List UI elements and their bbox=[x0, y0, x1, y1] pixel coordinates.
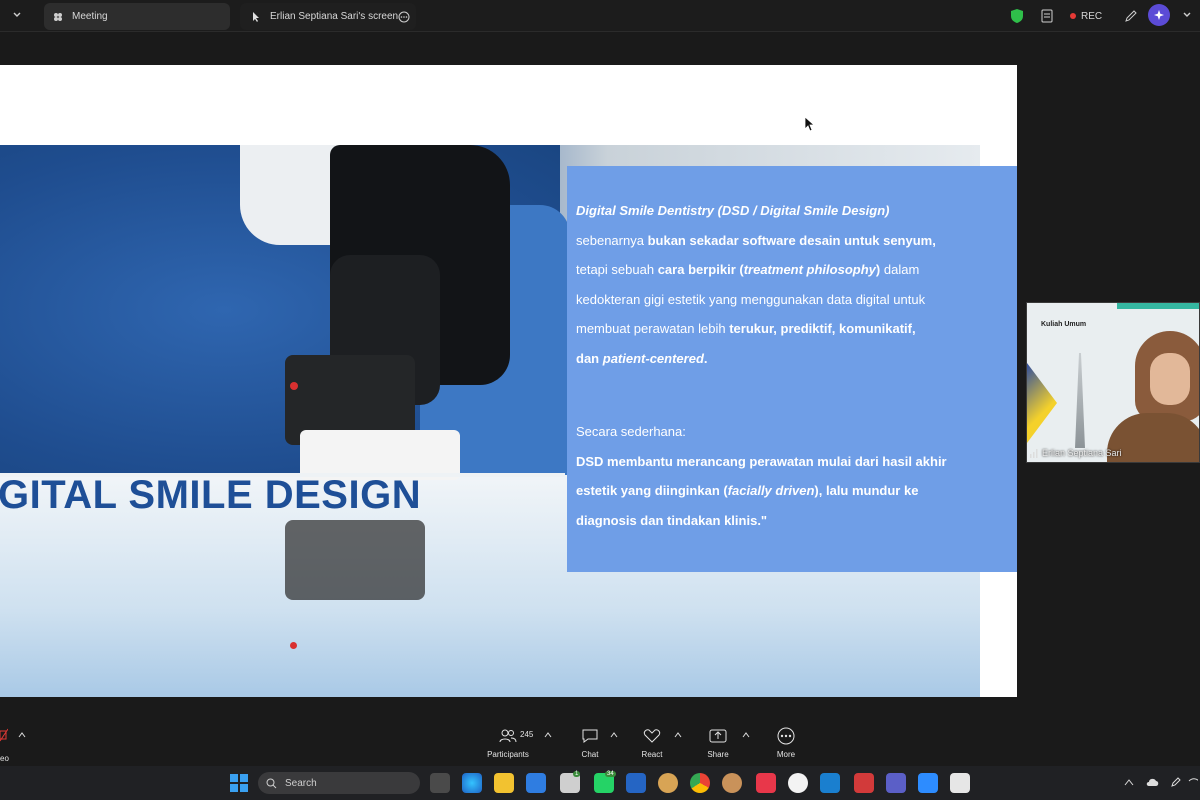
text-segment: tetapi sebuah bbox=[576, 262, 655, 277]
more-button[interactable]: More bbox=[756, 726, 816, 759]
paragraph-definition: Digital Smile Dentistry (DSD / Digital S… bbox=[576, 196, 1007, 373]
text-segment: treatment philosophy bbox=[743, 262, 876, 277]
chevron-up-icon[interactable] bbox=[610, 732, 618, 738]
search-icon bbox=[266, 778, 277, 788]
chevron-up-icon[interactable] bbox=[742, 732, 750, 738]
chrome-icon[interactable] bbox=[690, 773, 710, 793]
chevron-up-icon[interactable] bbox=[674, 732, 682, 738]
tab-label: Erlian Septiana Sari's screen bbox=[270, 11, 399, 22]
windows-start-icon[interactable] bbox=[230, 774, 248, 792]
app-icon[interactable] bbox=[820, 773, 840, 793]
app-icon[interactable] bbox=[788, 773, 808, 793]
notification-badge: 34 bbox=[605, 771, 616, 777]
heart-icon bbox=[643, 729, 661, 743]
windows-taskbar: Search 1 34 bbox=[0, 766, 1200, 800]
app-icon[interactable] bbox=[950, 773, 970, 793]
music-icon[interactable] bbox=[756, 773, 776, 793]
record-dot-icon bbox=[1070, 13, 1076, 19]
text-segment: membuat perawatan lebih bbox=[576, 321, 726, 336]
react-label: React bbox=[641, 750, 663, 759]
text-segment: Digital Smile Dentistry (DSD / Digital S… bbox=[576, 203, 890, 218]
text-segment: DSD membantu merancang perawatan mulai d… bbox=[576, 453, 947, 469]
text-segment: patient-centered bbox=[602, 350, 704, 366]
text-segment: kedokteran gigi estetik yang menggunakan… bbox=[576, 291, 926, 307]
notes-icon[interactable] bbox=[1040, 8, 1054, 24]
text-segment: cara berpikir ( bbox=[657, 262, 744, 277]
shared-slide: GITAL SMILE DESIGN Digital Smile Dentist… bbox=[0, 65, 1017, 697]
shield-icon[interactable] bbox=[1010, 8, 1024, 24]
meeting-controls-bar: eo Participants 245 Chat React Share Mor… bbox=[0, 722, 1200, 766]
paragraph-summary: Secara sederhana: DSD membantu merancang… bbox=[576, 417, 1007, 535]
video-button-label: eo bbox=[0, 754, 9, 763]
text-segment: Secara sederhana: bbox=[576, 424, 686, 439]
slide-text-box: Digital Smile Dentistry (DSD / Digital S… bbox=[567, 166, 1017, 572]
participant-video-tile[interactable]: Kuliah Umum bbox=[1026, 302, 1200, 463]
share-button[interactable]: Share bbox=[688, 726, 748, 759]
chat-button[interactable]: Chat bbox=[560, 726, 620, 759]
app-icon[interactable] bbox=[722, 773, 742, 793]
tab-label: Meeting bbox=[72, 11, 108, 22]
text-segment: facially driven bbox=[727, 483, 815, 498]
slide-title: GITAL SMILE DESIGN bbox=[0, 473, 422, 517]
video-slide-heading: Kuliah Umum bbox=[1041, 321, 1087, 328]
share-label: Share bbox=[707, 750, 729, 759]
recording-indicator[interactable]: REC bbox=[1070, 6, 1102, 26]
text-segment: sebenarnya bbox=[576, 232, 644, 248]
more-icon bbox=[777, 727, 795, 745]
store-icon[interactable] bbox=[526, 773, 546, 793]
top-bar: Meeting Erlian Septiana Sari's screen RE… bbox=[0, 0, 1200, 32]
more-options-icon[interactable] bbox=[398, 11, 410, 23]
edge-icon[interactable] bbox=[462, 773, 482, 793]
taskbar-search[interactable]: Search bbox=[258, 772, 420, 794]
text-segment: dalam bbox=[883, 262, 920, 277]
participants-icon bbox=[499, 729, 517, 743]
audio-signal-icon bbox=[1030, 448, 1038, 458]
app-icon[interactable] bbox=[658, 773, 678, 793]
text-segment: bukan sekadar software desain untuk seny… bbox=[647, 232, 936, 248]
pen-icon[interactable] bbox=[1170, 776, 1182, 788]
chevron-down-icon[interactable] bbox=[12, 10, 22, 20]
search-placeholder: Search bbox=[285, 777, 317, 789]
text-segment: ), lalu mundur ke bbox=[814, 483, 919, 498]
teams-icon[interactable] bbox=[886, 773, 906, 793]
text-segment: . bbox=[703, 350, 708, 366]
task-view-icon[interactable] bbox=[430, 773, 450, 793]
pointer-icon bbox=[250, 11, 262, 23]
rec-label: REC bbox=[1081, 10, 1103, 22]
annotate-pen-icon[interactable] bbox=[1124, 8, 1138, 24]
text-segment: ) bbox=[875, 262, 881, 277]
text-segment: dan bbox=[576, 350, 600, 366]
app-icon[interactable] bbox=[626, 773, 646, 793]
zoom-app-icon[interactable] bbox=[918, 773, 938, 793]
tab-shared-screen[interactable]: Erlian Septiana Sari's screen bbox=[240, 3, 416, 30]
participant-name-label: Erlian Septiana Sari bbox=[1030, 448, 1122, 458]
chevron-up-icon[interactable] bbox=[18, 732, 26, 738]
react-button[interactable]: React bbox=[622, 726, 682, 759]
chevron-up-icon[interactable] bbox=[544, 732, 552, 738]
ai-companion-icon[interactable] bbox=[1148, 4, 1170, 26]
chevron-down-icon[interactable] bbox=[1182, 10, 1192, 20]
participants-count: 245 bbox=[520, 730, 534, 739]
more-label: More bbox=[776, 750, 796, 759]
participants-label: Participants bbox=[487, 750, 529, 759]
app-icon[interactable] bbox=[854, 773, 874, 793]
text-segment: diagnosis dan tindakan klinis." bbox=[576, 512, 768, 528]
chevron-up-icon[interactable] bbox=[1124, 778, 1134, 786]
cloud-icon[interactable] bbox=[1146, 776, 1160, 788]
tab-meeting[interactable]: Meeting bbox=[44, 3, 230, 30]
chat-icon bbox=[582, 729, 598, 743]
text-segment: estetik yang diinginkan ( bbox=[576, 483, 728, 498]
chat-label: Chat bbox=[581, 750, 599, 759]
text-segment: terukur, prediktif, komunikatif, bbox=[729, 321, 916, 336]
file-explorer-icon[interactable] bbox=[494, 773, 514, 793]
video-off-icon[interactable] bbox=[0, 728, 8, 742]
share-screen-icon bbox=[709, 729, 727, 743]
mouse-cursor-icon bbox=[804, 116, 814, 132]
wifi-icon[interactable] bbox=[1188, 776, 1198, 788]
zoom-icon bbox=[52, 11, 64, 23]
